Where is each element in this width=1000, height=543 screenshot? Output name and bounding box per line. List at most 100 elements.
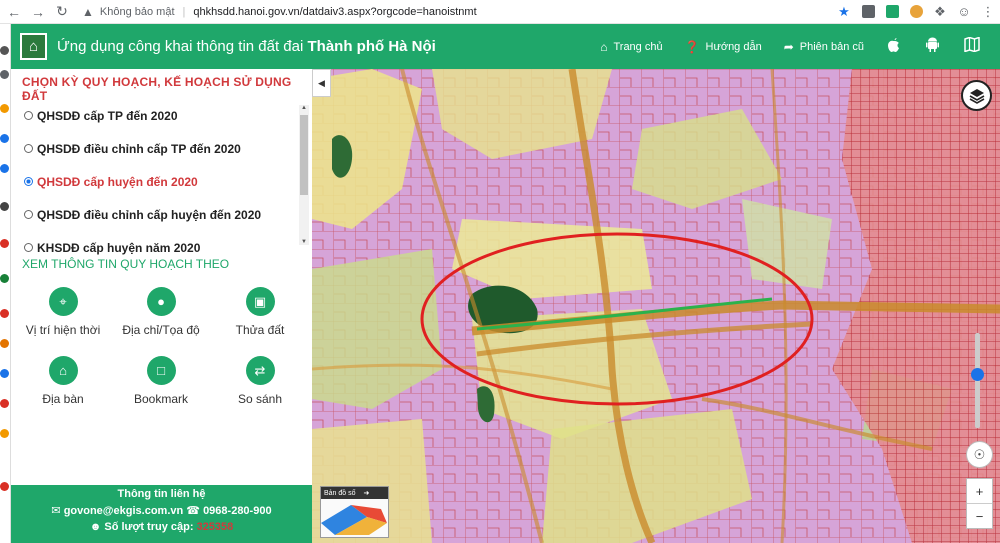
nav-old-version[interactable]: ➦ Phiên bản cũ bbox=[784, 40, 864, 54]
zoom-in-button[interactable]: + bbox=[967, 479, 992, 504]
nav-guide-label: Hướng dẫn bbox=[705, 40, 762, 53]
app-header: ⌂ Ứng dụng công khai thông tin đất đai T… bbox=[11, 24, 1000, 69]
plan-option[interactable]: QHSDĐ cấp TP đến 2020 bbox=[11, 99, 301, 132]
sidebar-app-icon[interactable] bbox=[0, 309, 9, 318]
map-icon[interactable] bbox=[964, 36, 980, 56]
map-layer bbox=[312, 69, 1000, 543]
plan-option[interactable]: QHSDĐ điều chỉnh cấp TP đến 2020 bbox=[11, 132, 301, 165]
android-icon[interactable] bbox=[925, 37, 940, 57]
plan-option-label: QHSDĐ cấp huyện đến 2020 bbox=[37, 174, 198, 189]
layers-icon[interactable] bbox=[961, 80, 992, 111]
header-nav: ⌂ Trang chủ ❓ Hướng dẫn ➦ Phiên bản cũ bbox=[600, 24, 1000, 69]
sidebar-app-icon[interactable] bbox=[0, 164, 9, 173]
sidebar-app-icon[interactable] bbox=[0, 399, 9, 408]
collapse-sidebar-icon[interactable]: ◀ bbox=[312, 69, 331, 97]
back-icon[interactable]: ← bbox=[2, 0, 26, 24]
scroll-up-icon[interactable]: ▲ bbox=[299, 105, 309, 111]
sidebar-app-icon[interactable] bbox=[0, 274, 9, 283]
forward-icon[interactable]: → bbox=[26, 0, 50, 24]
nav-home[interactable]: ⌂ Trang chủ bbox=[600, 40, 662, 54]
tool-land-parcel[interactable]: ▣ Thửa đất bbox=[210, 287, 310, 337]
tool-bookmark[interactable]: □ Bookmark bbox=[111, 356, 211, 406]
contact-phone[interactable]: 0968-280-900 bbox=[203, 505, 272, 517]
plan-option-label: QHSDĐ cấp TP đến 2020 bbox=[37, 108, 178, 123]
address-bar[interactable]: ▲ Không bảo mật | qhkhsdd.hanoi.gov.vn/d… bbox=[82, 2, 832, 22]
warning-icon: ▲ bbox=[82, 4, 94, 19]
zoom-controls: + − bbox=[966, 478, 993, 529]
radio-button[interactable] bbox=[24, 144, 33, 153]
tool-area[interactable]: ⌂ Địa bàn bbox=[13, 356, 113, 406]
plan-option[interactable]: QHSDĐ điều chỉnh cấp huyện đến 2020 bbox=[11, 198, 301, 231]
sidebar-app-icon[interactable] bbox=[0, 369, 9, 378]
app-title-prefix: Ứng dụng công khai thông tin đất đai bbox=[57, 38, 304, 55]
tool-address-coordinates[interactable]: ● Địa chỉ/Tọa độ bbox=[111, 287, 211, 337]
view-by-heading: XEM THÔNG TIN QUY HOẠCH THEO bbox=[22, 257, 230, 271]
radio-button[interactable] bbox=[24, 210, 33, 219]
building-icon: ⌂ bbox=[48, 356, 78, 385]
swap-icon: ⇄ bbox=[245, 356, 275, 385]
app-title: Ứng dụng công khai thông tin đất đai Thà… bbox=[57, 38, 436, 55]
sidebar-app-icon[interactable] bbox=[0, 134, 9, 143]
tool-current-location[interactable]: ⌖ Vị trí hiện thời bbox=[13, 287, 113, 337]
tool-label: Địa bàn bbox=[42, 392, 84, 406]
tool-label: Thửa đất bbox=[235, 323, 285, 337]
sidebar-app-icon[interactable] bbox=[0, 104, 9, 113]
extension-translate-icon[interactable] bbox=[856, 0, 880, 24]
sidebar-app-icon[interactable] bbox=[0, 339, 9, 348]
app-logo: ⌂ bbox=[20, 33, 47, 60]
contact-email[interactable]: govone@ekgis.com.vn bbox=[64, 505, 184, 517]
tool-compare[interactable]: ⇄ So sánh bbox=[210, 356, 310, 406]
tool-label: Vị trí hiện thời bbox=[25, 323, 101, 337]
nav-guide[interactable]: ❓ Hướng dẫn bbox=[685, 40, 762, 54]
sidebar-app-icon[interactable] bbox=[0, 429, 9, 438]
contact-footer: Thông tin liên hệ ✉ govone@ekgis.com.vn … bbox=[11, 485, 312, 543]
bookmark-star-icon[interactable]: ★ bbox=[832, 0, 856, 24]
basemap-switcher[interactable]: Bản đồ số ➜ bbox=[320, 486, 389, 538]
profile-icon[interactable]: ☺ bbox=[952, 0, 976, 24]
extension-download-icon[interactable] bbox=[880, 0, 904, 24]
locate-me-icon[interactable]: ☉ bbox=[966, 441, 993, 468]
radio-button[interactable] bbox=[24, 177, 33, 186]
address-divider: | bbox=[182, 5, 186, 18]
sidebar-app-icon[interactable] bbox=[0, 46, 9, 55]
scroll-down-icon[interactable]: ▼ bbox=[299, 239, 309, 245]
email-icon: ✉ bbox=[51, 505, 61, 517]
contact-heading: Thông tin liên hệ bbox=[117, 488, 206, 500]
visits-count: 325358 bbox=[196, 521, 234, 533]
url-text: qhkhsdd.hanoi.gov.vn/datdaiv3.aspx?orgco… bbox=[193, 5, 477, 18]
share-arrow-icon: ➦ bbox=[783, 39, 794, 54]
plan-list-scrollbar[interactable]: ▲ ▼ bbox=[299, 105, 309, 245]
sidebar-app-icon[interactable] bbox=[0, 482, 9, 491]
map-pin-icon: ● bbox=[146, 287, 176, 316]
extensions-puzzle-icon[interactable]: ❖ bbox=[928, 0, 952, 24]
map-canvas[interactable] bbox=[312, 69, 1000, 543]
scrollbar-thumb[interactable] bbox=[300, 115, 308, 195]
nav-home-label: Trang chủ bbox=[613, 40, 663, 53]
plan-option-label: QHSDĐ điều chỉnh cấp huyện đến 2020 bbox=[37, 207, 262, 222]
basemap-thumbnail bbox=[321, 499, 388, 537]
plan-option-selected[interactable]: QHSDĐ cấp huyện đến 2020 bbox=[11, 165, 301, 198]
contact-line: ✉ govone@ekgis.com.vn ☎ 0968-280-900 bbox=[11, 504, 312, 517]
basemap-label-bar: Bản đồ số ➜ bbox=[321, 487, 388, 499]
radio-button[interactable] bbox=[24, 243, 33, 252]
basemap-label: Bản đồ số bbox=[324, 489, 356, 497]
app-title-city: Thành phố Hà Nội bbox=[307, 38, 436, 55]
tool-label: So sánh bbox=[237, 392, 283, 406]
extension-chrome-icon[interactable] bbox=[904, 0, 928, 24]
sidebar-app-icon[interactable] bbox=[0, 239, 9, 248]
sidebar-app-icon[interactable] bbox=[0, 70, 9, 79]
question-icon: ❓ bbox=[684, 39, 700, 54]
nav-old-version-label: Phiên bản cũ bbox=[799, 40, 864, 53]
reload-icon[interactable]: ↻ bbox=[50, 0, 74, 24]
arrow-right-icon: ➜ bbox=[363, 490, 370, 497]
zoom-out-button[interactable]: − bbox=[967, 504, 992, 529]
radio-button[interactable] bbox=[24, 111, 33, 120]
plan-option-label: KHSDĐ cấp huyện năm 2020 bbox=[37, 240, 201, 255]
bookmark-icon: □ bbox=[146, 356, 176, 385]
zoom-slider-thumb[interactable] bbox=[971, 368, 984, 381]
apple-icon[interactable] bbox=[886, 37, 901, 57]
sidebar-app-icon[interactable] bbox=[0, 202, 9, 211]
browser-menu-icon[interactable]: ⋮ bbox=[976, 0, 1000, 24]
zoom-slider[interactable] bbox=[971, 333, 984, 428]
browser-sidebar-strip bbox=[0, 24, 11, 543]
